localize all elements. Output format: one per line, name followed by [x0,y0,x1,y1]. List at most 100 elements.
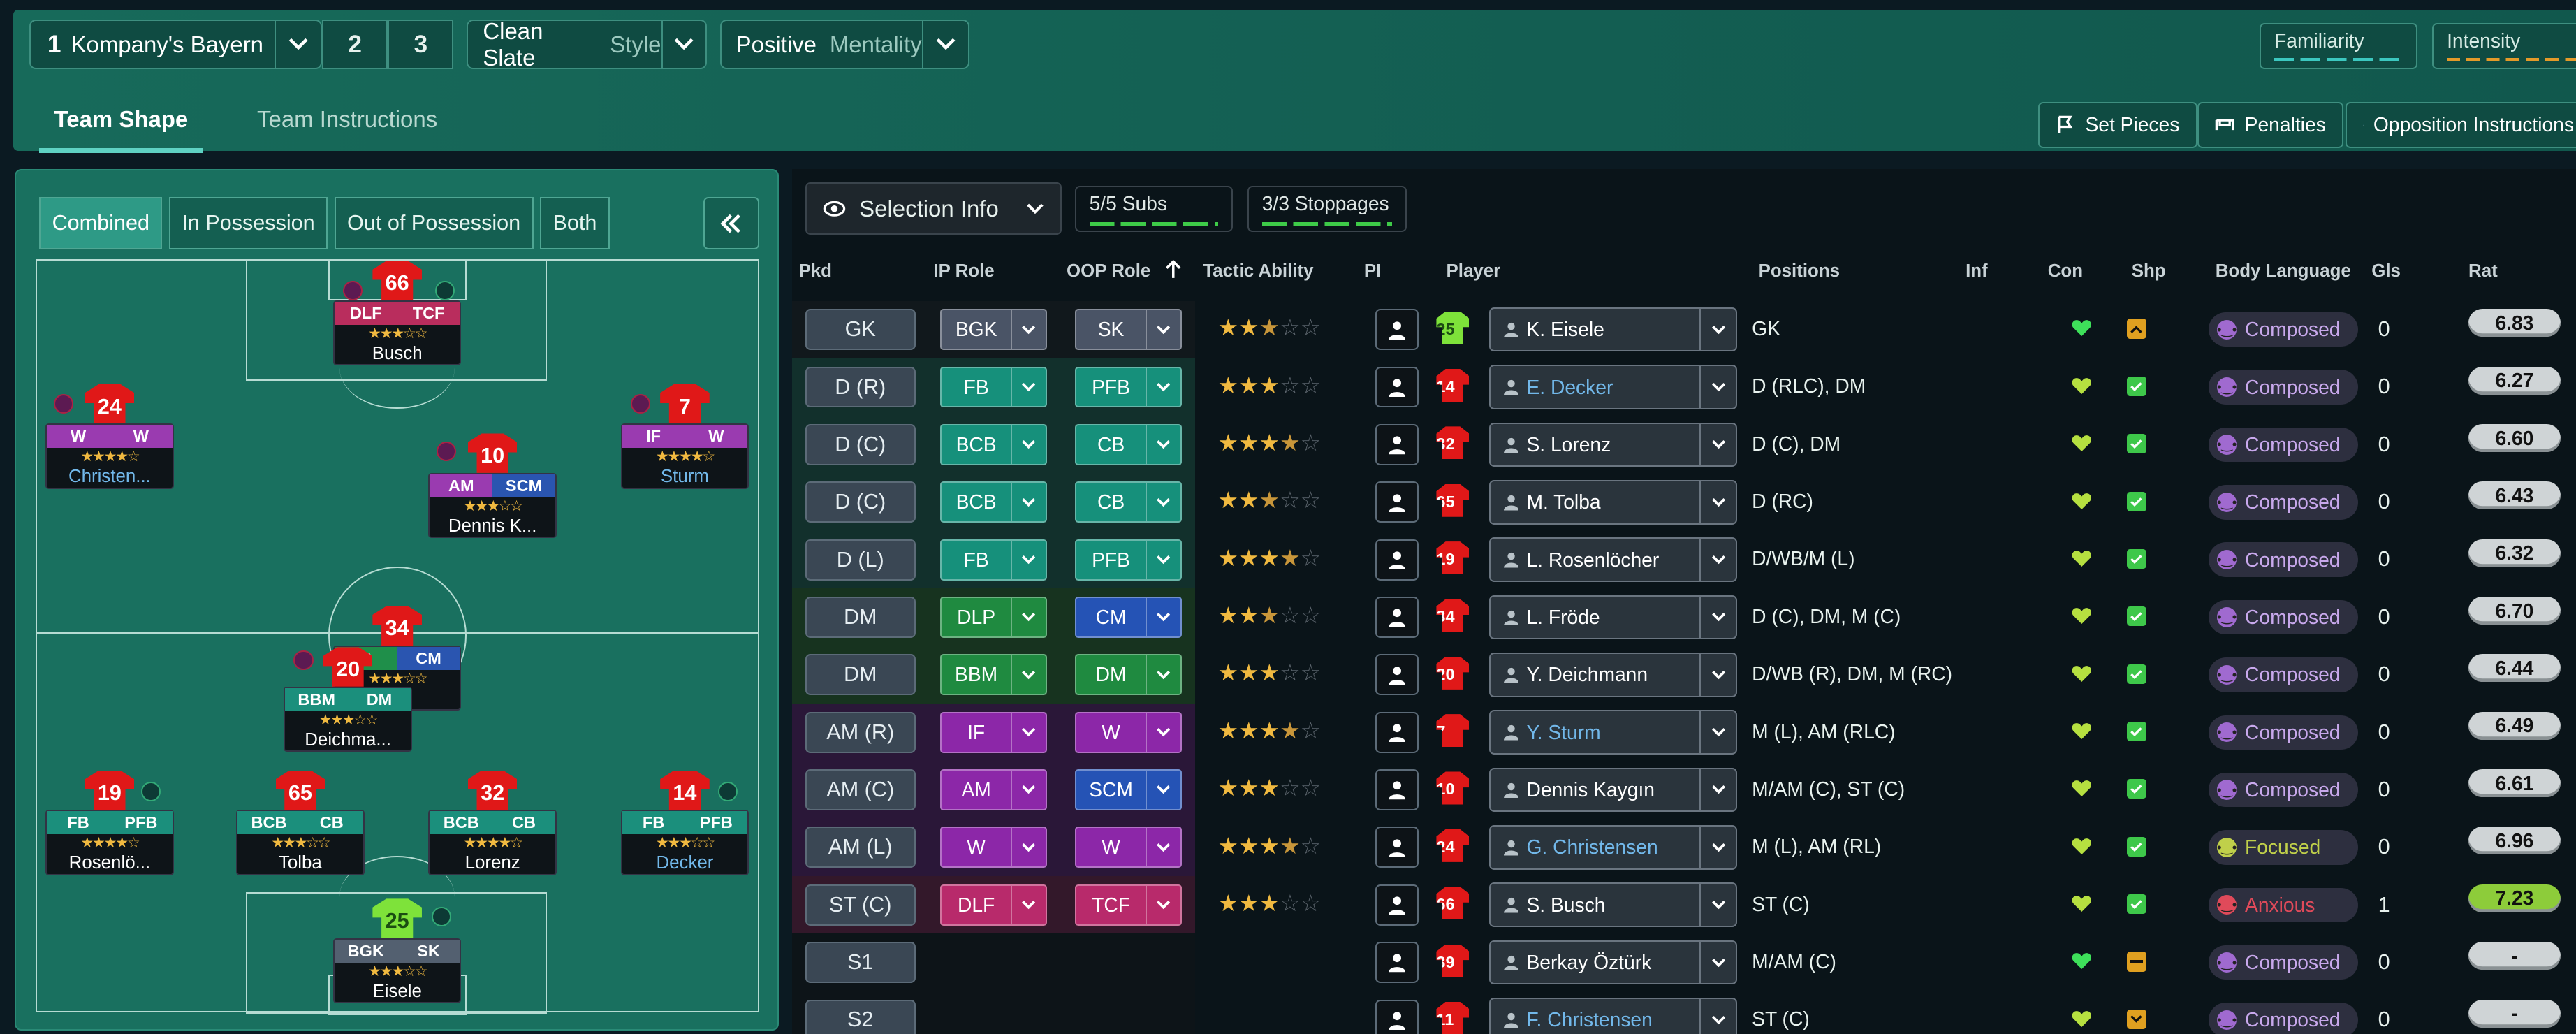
table-row[interactable]: AM (C) AM SCM ★★★☆☆ 10 Dennis Kaygın M/AM (C),… [792,761,2576,819]
pitch-player-busch[interactable]: 66 DLF TCF ★★★☆☆ Busch [332,261,462,366]
oop-role-dropdown[interactable]: PFB [1074,366,1182,408]
column-header[interactable]: OOP Role [1067,261,1150,282]
body-language-badge[interactable]: •‿• Composed [2209,945,2359,980]
column-header[interactable]: Tactic Ability [1203,261,1313,282]
player-instructions-button[interactable] [1375,884,1419,926]
player-dropdown[interactable]: Berkay Öztürk [1488,940,1737,985]
picked-position-button[interactable]: D (R) [805,366,916,408]
tactic-slot-2[interactable]: 2 [322,20,388,69]
oop-role-dropdown[interactable]: W [1074,711,1182,753]
player-dropdown[interactable]: G. Christensen [1488,825,1737,870]
tactic-slot-3[interactable]: 3 [388,20,454,69]
body-language-badge[interactable]: •‿• Composed [2209,715,2359,750]
picked-position-button[interactable]: ST (C) [805,884,916,926]
ip-role-dropdown[interactable]: BCB [939,424,1047,465]
filter-both[interactable]: Both [540,196,610,250]
column-header[interactable]: Gls [2371,261,2401,282]
player-dropdown[interactable]: K. Eisele [1488,307,1737,352]
ip-role-dropdown[interactable]: BBM [939,654,1047,696]
oop-role-dropdown[interactable]: CM [1074,597,1182,638]
body-language-badge[interactable]: •‿• Composed [2209,1003,2359,1034]
player-instructions-button[interactable] [1375,366,1419,408]
body-language-badge[interactable]: •‿• Composed [2209,370,2359,405]
oop-role-dropdown[interactable]: CB [1074,424,1182,465]
player-dropdown[interactable]: F. Christensen [1488,998,1737,1034]
filter-combined[interactable]: Combined [39,196,163,250]
picked-position-button[interactable]: GK [805,309,916,351]
pitch-player-lorenz[interactable]: 32 BCB CB ★★★★☆ Lorenz [428,770,557,875]
style-dropdown[interactable]: Clean Slate Style [467,18,707,71]
oop-role-dropdown[interactable]: SCM [1074,769,1182,810]
player-dropdown[interactable]: M. Tolba [1488,480,1737,525]
ip-role-dropdown[interactable]: DLP [939,597,1047,638]
table-row[interactable]: ST (C) DLF TCF ★★★☆☆ 66 S. Busch ST (C) •‿• Anxi… [792,876,2576,934]
table-row[interactable]: DM BBM DM ★★★☆☆ 20 Y. Deichmann D/WB (R), DM, … [792,646,2576,704]
player-instructions-button[interactable] [1375,597,1419,638]
table-row[interactable]: DM DLP CM ★★★☆☆ 34 L. Fröde D (C), DM, M (C) •‿… [792,588,2576,646]
tactic-selector[interactable]: 1 Kompany's Bayern [29,20,323,69]
player-dropdown[interactable]: L. Rosenlöcher [1488,537,1737,582]
picked-position-button[interactable]: S2 [805,999,916,1034]
picked-position-button[interactable]: D (C) [805,424,916,465]
oop-role-dropdown[interactable]: TCF [1074,884,1182,926]
body-language-badge[interactable]: •‿• Composed [2209,427,2359,463]
oop-role-dropdown[interactable]: W [1074,827,1182,868]
ip-role-dropdown[interactable]: FB [939,366,1047,408]
player-instructions-button[interactable] [1375,539,1419,581]
player-instructions-button[interactable] [1375,769,1419,810]
body-language-badge[interactable]: •‿• Composed [2209,599,2359,635]
player-dropdown[interactable]: S. Lorenz [1488,422,1737,467]
tab-team-instructions[interactable]: Team Instructions [242,95,452,152]
table-row[interactable]: D (C) BCB CB ★★★☆☆ 65 M. Tolba D (RC) •‿• Compos… [792,473,2576,531]
body-language-badge[interactable]: •‿• Composed [2209,657,2359,692]
body-language-badge[interactable]: •‿• Composed [2209,312,2359,347]
picked-position-button[interactable]: DM [805,597,916,638]
column-header[interactable]: PI [1364,261,1381,282]
column-header[interactable]: Con [2048,261,2083,282]
picked-position-button[interactable]: AM (C) [805,769,916,810]
ip-role-dropdown[interactable]: W [939,827,1047,868]
player-dropdown[interactable]: S. Busch [1488,882,1737,927]
ip-role-dropdown[interactable]: AM [939,769,1047,810]
table-row[interactable]: GK BGK SK ★★★☆☆ 25 K. Eisele GK •‿• Composed 0 6.8… [792,300,2576,358]
player-instructions-button[interactable] [1375,827,1419,868]
picked-position-button[interactable]: S1 [805,942,916,983]
filter-out-of-possession[interactable]: Out of Possession [334,196,534,250]
player-instructions-button[interactable] [1375,481,1419,523]
ip-role-dropdown[interactable]: BGK [939,309,1047,351]
column-header[interactable]: Player [1447,261,1501,282]
picked-position-button[interactable]: AM (L) [805,827,916,868]
oop-role-dropdown[interactable]: CB [1074,481,1182,523]
table-row[interactable]: D (L) FB PFB ★★★★☆ 19 L. Rosenlöcher D/WB/M (L… [792,530,2576,589]
picked-position-button[interactable]: AM (R) [805,711,916,753]
player-instructions-button[interactable] [1375,654,1419,696]
opposition-instructions-button[interactable]: Opposition Instructions [2345,101,2576,148]
ip-role-dropdown[interactable]: BCB [939,481,1047,523]
player-instructions-button[interactable] [1375,309,1419,351]
column-header[interactable]: IP Role [933,261,994,282]
ip-role-dropdown[interactable]: IF [939,711,1047,753]
player-dropdown[interactable]: Y. Sturm [1488,710,1737,755]
picked-position-button[interactable]: DM [805,654,916,696]
sort-arrow-icon[interactable] [1165,259,1182,284]
column-header[interactable]: Shp [2132,261,2166,282]
player-instructions-button[interactable] [1375,942,1419,983]
player-instructions-button[interactable] [1375,999,1419,1034]
ip-role-dropdown[interactable]: DLF [939,884,1047,926]
ip-role-dropdown[interactable]: FB [939,539,1047,581]
player-dropdown[interactable]: Y. Deichmann [1488,653,1737,697]
picked-position-button[interactable]: D (C) [805,481,916,523]
mentality-dropdown[interactable]: Positive Mentality [719,20,970,69]
table-row[interactable]: S1 39 Berkay Öztürk M/AM (C) •‿• Composed 0 - [792,933,2576,991]
filter-in-possession[interactable]: In Possession [168,196,328,250]
player-dropdown[interactable]: Dennis Kaygın [1488,767,1737,813]
body-language-badge[interactable]: •‿• Composed [2209,485,2359,520]
oop-role-dropdown[interactable]: PFB [1074,539,1182,581]
selection-info-dropdown[interactable]: Selection Info [805,182,1062,235]
column-header[interactable]: Inf [1966,261,1988,282]
player-dropdown[interactable]: L. Fröde [1488,595,1737,640]
oop-role-dropdown[interactable]: DM [1074,654,1182,696]
set-pieces-button[interactable]: Set Pieces [2037,101,2197,148]
familiarity-meter[interactable]: Familiarity [2260,22,2418,69]
table-row[interactable]: D (R) FB PFB ★★★☆☆ 14 E. Decker D (RLC), DM •‿•… [792,358,2576,416]
